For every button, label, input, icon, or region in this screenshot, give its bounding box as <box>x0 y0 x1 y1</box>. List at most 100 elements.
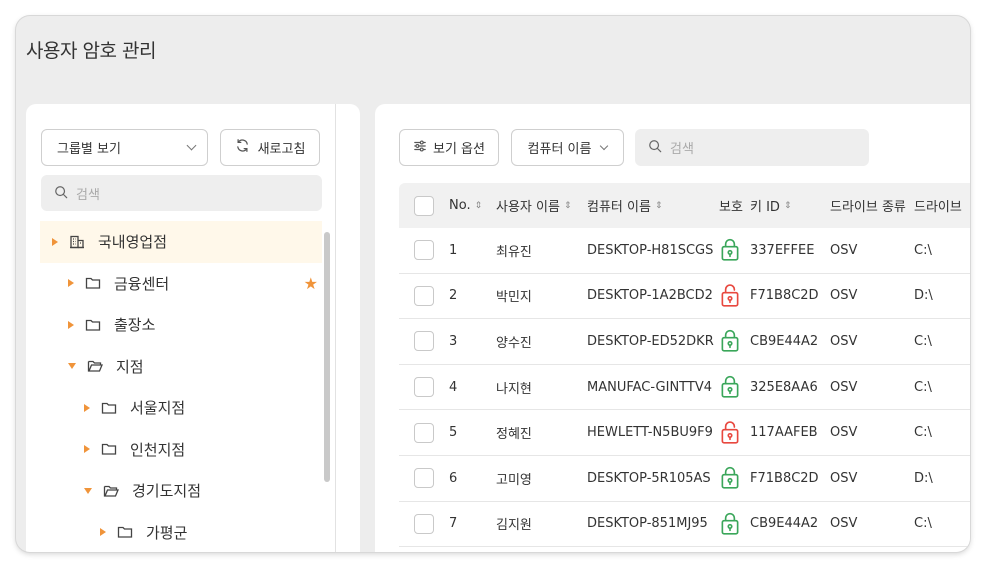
cell-drive: C:\ <box>914 242 932 258</box>
caret-right-icon[interactable] <box>84 445 90 454</box>
tree-node[interactable]: 국내영업점 <box>40 221 322 263</box>
cell-drive-type: OSV <box>830 425 858 441</box>
tree-node[interactable]: 가평군 <box>40 512 322 553</box>
cell-no: 4 <box>449 379 458 395</box>
tree-node[interactable]: 인천지점 <box>40 429 322 471</box>
cell-drive-type: OSV <box>830 516 858 532</box>
table-body: 1 최유진 DESKTOP-H81SCGS 337EFFEE OSV C:\ 2 박민지 DES… <box>399 228 970 548</box>
cell-user: 김지원 <box>496 518 532 534</box>
refresh-button[interactable]: 새로고침 <box>220 129 320 166</box>
table-row[interactable]: 4 나지현 MANUFAC-GINTTV4 325E8AA6 OSV C:\ <box>399 365 970 411</box>
row-checkbox[interactable] <box>414 513 434 534</box>
search-placeholder: 검색 <box>76 187 100 203</box>
cell-no: 7 <box>449 516 458 532</box>
column-header-computer[interactable]: 컴퓨터 이름 ⇕ <box>587 196 719 215</box>
cell-no: 6 <box>449 470 458 486</box>
table-row[interactable]: 7 김지원 DESKTOP-851MJ95 CB9E44A2 OSV C:\ <box>399 502 970 548</box>
caret-down-icon[interactable] <box>84 487 92 494</box>
sliders-icon <box>413 139 427 157</box>
tree-node[interactable]: 경기도지점 <box>40 470 322 512</box>
cell-key-id: 325E8AA6 <box>750 379 818 395</box>
caret-right-icon[interactable] <box>68 279 74 288</box>
tree-node[interactable]: 서울지점 <box>40 387 322 429</box>
group-view-select[interactable]: 그룹별 보기 <box>41 129 208 166</box>
tree-node[interactable]: 출장소 <box>40 304 322 346</box>
view-options-button[interactable]: 보기 옵션 <box>399 129 499 166</box>
column-header-no[interactable]: No. ⇕ <box>449 198 496 213</box>
row-checkbox[interactable] <box>414 240 434 261</box>
tree-node[interactable]: 지점 <box>40 346 322 388</box>
app-window: 사용자 암호 관리 그룹별 보기 새로고침 검색 국내영업점 금융센터 ★ 출장소 지점… <box>16 16 970 552</box>
search-icon <box>54 184 68 203</box>
cell-no: 1 <box>449 242 458 258</box>
cell-drive-type: OSV <box>830 242 858 258</box>
column-header-key-id[interactable]: 키 ID ⇕ <box>750 196 830 215</box>
select-all-checkbox[interactable] <box>414 195 434 216</box>
folder-icon <box>100 440 118 458</box>
view-options-label: 보기 옵션 <box>433 142 485 157</box>
cell-drive: C:\ <box>914 516 932 532</box>
cell-user: 최유진 <box>496 244 532 260</box>
row-checkbox[interactable] <box>414 377 434 398</box>
tree-node-label: 경기도지점 <box>132 482 202 501</box>
folder-icon <box>116 523 134 541</box>
cell-drive-type: OSV <box>830 288 858 304</box>
table-search-input[interactable]: 검색 <box>635 129 869 166</box>
cell-user: 고미영 <box>496 472 532 488</box>
cell-drive-type: OSV <box>830 333 858 349</box>
caret-right-icon[interactable] <box>84 403 90 412</box>
search-field-select[interactable]: 컴퓨터 이름 <box>511 129 624 166</box>
row-checkbox[interactable] <box>414 468 434 489</box>
sort-icon: ⇕ <box>474 200 483 211</box>
search-icon <box>648 138 662 157</box>
table-row[interactable]: 2 박민지 DESKTOP-1A2BCD2 F71B8C2D OSV D:\ <box>399 274 970 320</box>
caret-right-icon[interactable] <box>100 528 106 537</box>
cell-drive-type: OSV <box>830 470 858 486</box>
table-row[interactable]: 1 최유진 DESKTOP-H81SCGS 337EFFEE OSV C:\ <box>399 228 970 274</box>
refresh-icon <box>235 138 250 157</box>
cell-no: 2 <box>449 288 458 304</box>
cell-key-id: 117AAFEB <box>750 425 818 441</box>
table-row[interactable]: 5 정혜진 HEWLETT-N5BU9F9 117AAFEB OSV C:\ <box>399 410 970 456</box>
caret-right-icon[interactable] <box>52 237 58 246</box>
table-header: No. ⇕ 사용자 이름 ⇕ 컴퓨터 이름 ⇕ 보호 키 ID ⇕ 드라이브 종류 드라… <box>399 183 970 228</box>
tree-node-label: 지점 <box>116 357 144 376</box>
folder-icon <box>100 399 118 417</box>
column-header-user[interactable]: 사용자 이름 ⇕ <box>496 196 587 215</box>
lock-icon <box>719 375 750 399</box>
sort-icon: ⇕ <box>654 200 663 211</box>
column-header-drive-type[interactable]: 드라이브 종류 <box>830 196 914 215</box>
table-row[interactable]: 6 고미영 DESKTOP-5R105AS F71B8C2D OSV D:\ <box>399 456 970 502</box>
column-header-drive[interactable]: 드라이브 <box>914 196 970 215</box>
unlock-icon <box>719 420 750 445</box>
table-row[interactable]: 3 양수진 DESKTOP-ED52DKR CB9E44A2 OSV C:\ <box>399 319 970 365</box>
lock-icon <box>719 238 750 262</box>
cell-user: 정혜진 <box>496 427 532 443</box>
tree-node-label: 금융센터 <box>114 274 170 293</box>
tree-node[interactable]: 금융센터 ★ <box>40 263 322 305</box>
caret-right-icon[interactable] <box>68 320 74 329</box>
unlock-icon <box>719 284 750 308</box>
row-checkbox[interactable] <box>414 422 434 443</box>
group-search-input[interactable]: 검색 <box>41 175 322 211</box>
cell-computer: DESKTOP-1A2BCD2 <box>587 288 713 304</box>
column-header-protection: 보호 <box>719 200 743 215</box>
cell-drive-type: OSV <box>830 379 858 395</box>
building-icon <box>68 233 86 251</box>
sort-icon: ⇕ <box>783 200 792 211</box>
password-table-panel: 보기 옵션 컴퓨터 이름 검색 No. ⇕ 사용자 이름 ⇕ 컴퓨터 이름 ⇕ 보호 … <box>375 104 970 552</box>
cell-computer: MANUFAC-GINTTV4 <box>587 379 712 395</box>
tree-node-label: 출장소 <box>114 316 156 335</box>
password-table: No. ⇕ 사용자 이름 ⇕ 컴퓨터 이름 ⇕ 보호 키 ID ⇕ 드라이브 종류 드라… <box>399 183 970 548</box>
cell-computer: DESKTOP-ED52DKR <box>587 333 714 349</box>
search-field-select-value: 컴퓨터 이름 <box>527 142 592 157</box>
caret-down-icon[interactable] <box>68 363 76 370</box>
row-checkbox[interactable] <box>414 285 434 306</box>
cell-computer: DESKTOP-851MJ95 <box>587 516 708 532</box>
folder-open-icon <box>102 482 120 500</box>
row-checkbox[interactable] <box>414 331 434 352</box>
cell-key-id: CB9E44A2 <box>750 516 819 532</box>
tree-scrollbar[interactable] <box>324 232 330 482</box>
star-icon[interactable]: ★ <box>304 274 318 293</box>
chevron-down-icon <box>600 141 609 150</box>
